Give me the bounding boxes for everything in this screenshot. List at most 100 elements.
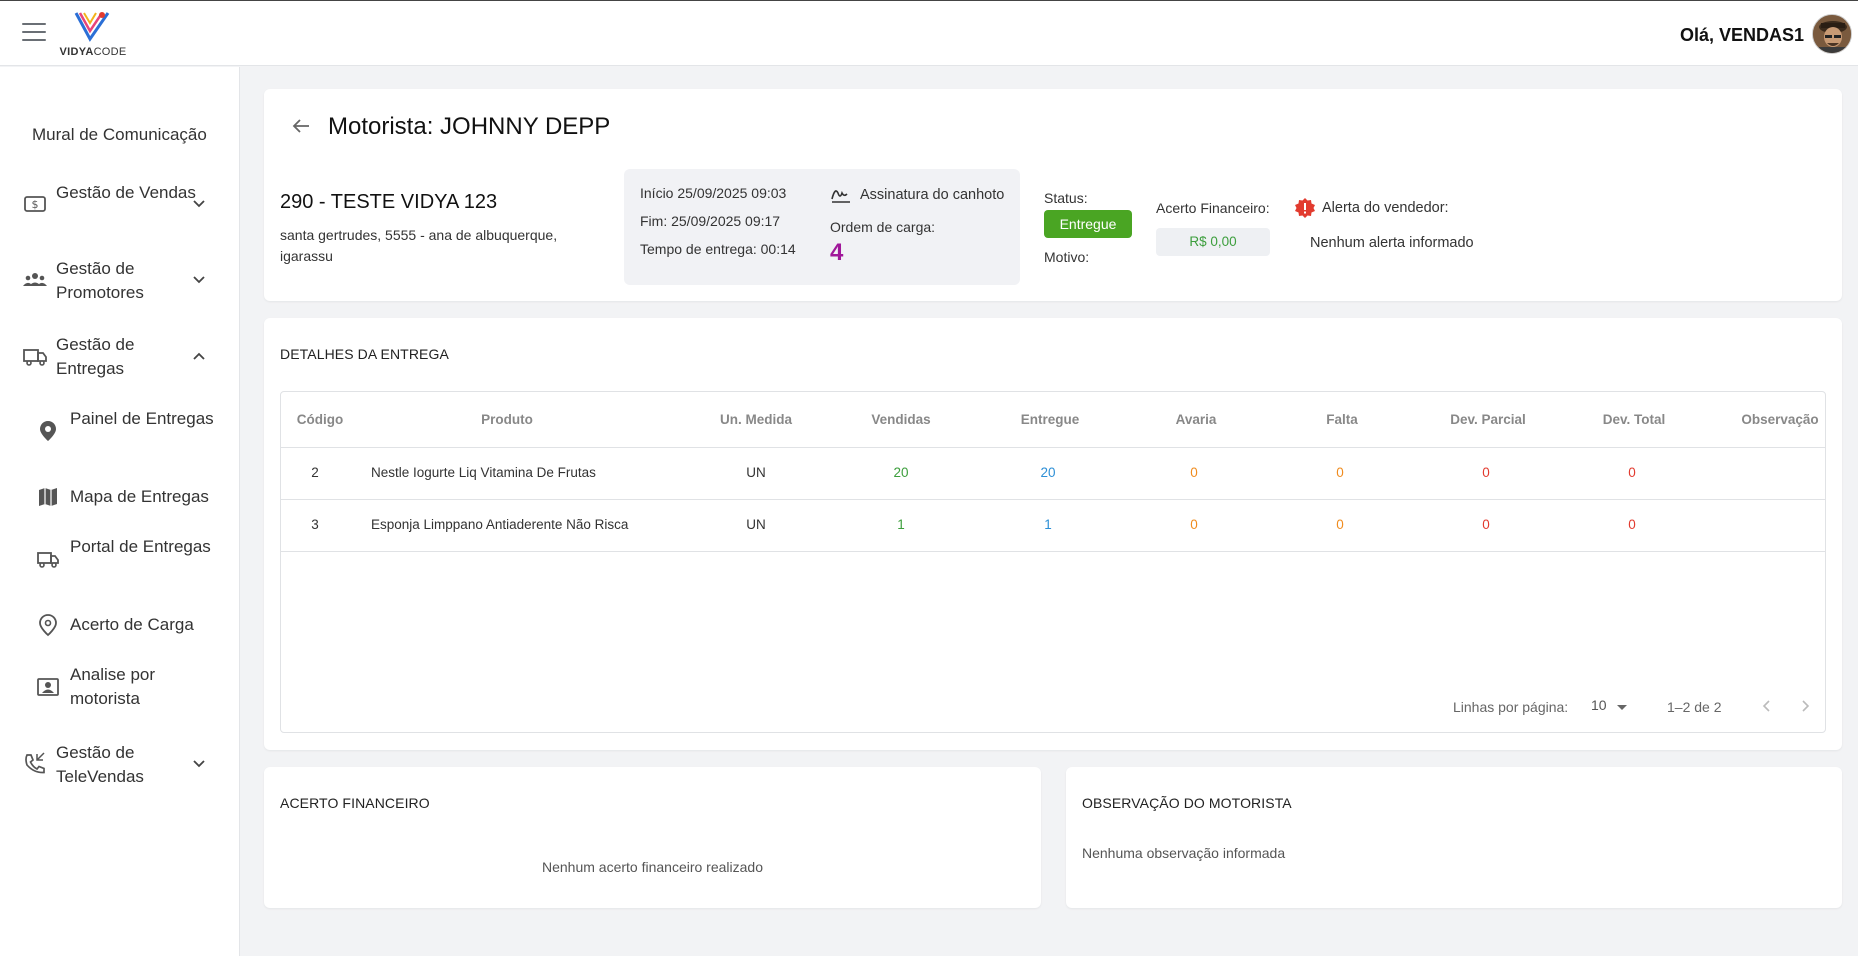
column-header[interactable]: Avaria <box>1123 412 1269 427</box>
phone-icon <box>25 752 45 774</box>
sidebar-item-label: Analise por motorista <box>70 665 156 708</box>
cell-produto: Nestle Iogurte Liq Vitamina De Frutas <box>371 465 596 480</box>
delivery-items-table: Código Produto Un. Medida Vendidas Entre… <box>280 391 1826 733</box>
sidebar-subitem-acerto-carga[interactable]: Acerto de Carga <box>0 607 240 647</box>
sidebar-subitem-painel-entregas[interactable]: Painel de Entregas <box>0 405 240 457</box>
vidyacode-logo[interactable]: VIDYACODE <box>58 9 128 59</box>
column-header[interactable]: Dev. Total <box>1561 412 1707 427</box>
sidebar-item-label: Gestão de Entregas <box>56 335 135 378</box>
sidebar-item-gestao-vendas[interactable]: $ Gestão de Vendas <box>0 177 240 233</box>
delivery-start: Início 25/09/2025 09:03 <box>640 185 787 201</box>
client-name: 290 - TESTE VIDYA 123 <box>280 191 498 213</box>
column-header[interactable]: Código <box>295 412 345 427</box>
signature-icon[interactable] <box>830 183 852 205</box>
sidebar-item-label: Portal de Entregas <box>70 537 211 556</box>
section-title: OBSERVAÇÃO DO MOTORISTA <box>1082 795 1292 811</box>
chevron-down-icon <box>193 276 205 284</box>
cell-falta: 0 <box>1336 465 1344 480</box>
column-header[interactable]: Observação <box>1707 412 1853 427</box>
menu-icon[interactable] <box>22 23 46 43</box>
location-pin-icon <box>40 421 56 441</box>
truck-icon <box>37 552 59 568</box>
column-header[interactable]: Vendidas <box>831 412 971 427</box>
client-address: santa gertrudes, 5555 - ana de albuquerq… <box>280 227 558 264</box>
table-row[interactable]: 3 Esponja Limppano Antiaderente Não Risc… <box>281 500 1825 552</box>
logo-mark-icon <box>74 12 110 42</box>
status-badge: Entregue <box>1044 210 1132 238</box>
financial-settlement-label: Acerto Financeiro: <box>1156 200 1270 216</box>
sidebar-item-label: Gestão de Promotores <box>56 259 144 302</box>
pagination-range: 1–2 de 2 <box>1667 699 1722 715</box>
section-title: DETALHES DA ENTREGA <box>280 346 449 362</box>
alert-icon <box>1295 198 1315 218</box>
back-arrow-icon[interactable] <box>290 115 312 137</box>
avatar[interactable] <box>1812 14 1852 54</box>
column-header[interactable]: Dev. Parcial <box>1415 412 1561 427</box>
dollar-icon: $ <box>24 196 46 212</box>
sidebar-item-label: Gestão de TeleVendas <box>56 743 144 786</box>
cell-dev-parcial: 0 <box>1482 517 1490 532</box>
empty-message: Nenhum acerto financeiro realizado <box>541 859 763 875</box>
logo-text: VIDYACODE <box>59 46 127 58</box>
chevron-up-icon <box>193 352 205 360</box>
sidebar-item-label: Acerto de Carga <box>70 615 194 634</box>
empty-message: Nenhuma observação informada <box>1082 845 1286 861</box>
map-icon <box>39 488 57 506</box>
user-greeting: Olá, VENDAS1 <box>1679 25 1804 45</box>
column-header[interactable]: Un. Medida <box>681 412 831 427</box>
table-row[interactable]: 2 Nestle Iogurte Liq Vitamina De Frutas … <box>281 448 1825 500</box>
id-card-icon <box>37 678 59 696</box>
top-bar: VIDYACODE Olá, VENDAS1 <box>0 0 1858 66</box>
column-header[interactable]: Entregue <box>977 412 1123 427</box>
chevron-down-icon <box>193 200 205 208</box>
sidebar-item-gestao-entregas[interactable]: Gestão de Entregas <box>0 329 240 385</box>
seller-alert-label: Alerta do vendedor: <box>1322 200 1449 216</box>
status-label: Status: <box>1044 190 1088 206</box>
sidebar-subitem-portal-entregas[interactable]: Portal de Entregas <box>0 533 240 585</box>
sidebar-subitem-analise-motorista[interactable]: Analise por motorista <box>0 661 240 713</box>
delivery-details-card: DETALHES DA ENTREGA Código Produto Un. M… <box>264 318 1842 750</box>
cell-codigo: 2 <box>311 465 319 480</box>
chevron-down-icon <box>193 760 205 768</box>
rows-per-page-select[interactable]: 10 <box>1591 697 1607 713</box>
cell-produto: Esponja Limppano Antiaderente Não Risca <box>371 517 629 532</box>
financial-settlement-value: R$ 0,00 <box>1156 228 1270 256</box>
delivery-end: Fim: 25/09/2025 09:17 <box>640 213 781 229</box>
cell-entregue: 1 <box>1044 517 1052 532</box>
signature-link[interactable]: Assinatura do canhoto <box>860 187 1004 203</box>
delivery-info-box: Início 25/09/2025 09:03 Fim: 25/09/2025 … <box>624 169 1020 285</box>
driver-observation-card: OBSERVAÇÃO DO MOTORISTA Nenhuma observaç… <box>1066 767 1842 908</box>
cell-codigo: 3 <box>311 517 319 532</box>
column-header[interactable]: Falta <box>1269 412 1415 427</box>
load-order-label: Ordem de carga: <box>830 219 936 235</box>
sidebar-item-label: Painel de Entregas <box>70 409 214 428</box>
cell-dev-parcial: 0 <box>1482 465 1490 480</box>
sidebar-item-label: Gestão de Vendas <box>56 183 196 202</box>
sidebar-item-label: Mapa de Entregas <box>70 487 209 506</box>
sidebar-item-gestao-promotores[interactable]: Gestão de Promotores <box>0 253 240 309</box>
chevron-left-icon[interactable] <box>1759 698 1775 714</box>
sidebar-item-gestao-televendas[interactable]: Gestão de TeleVendas <box>0 737 240 793</box>
cell-avaria: 0 <box>1190 465 1198 480</box>
reason-label: Motivo: <box>1044 249 1090 265</box>
truck-icon <box>23 349 47 366</box>
sidebar-subitem-mapa-entregas[interactable]: Mapa de Entregas <box>0 479 240 519</box>
cell-vendidas: 20 <box>893 465 909 480</box>
table-header: Código Produto Un. Medida Vendidas Entre… <box>281 392 1825 448</box>
cell-vendidas: 1 <box>897 517 905 532</box>
cell-dev-total: 0 <box>1628 465 1636 480</box>
column-header[interactable]: Produto <box>357 412 657 427</box>
cell-entregue: 20 <box>1040 465 1056 480</box>
svg-text:$: $ <box>32 198 39 211</box>
cell-avaria: 0 <box>1190 517 1198 532</box>
sidebar: Mural de Comunicação $ Gestão de Vendas … <box>0 67 240 956</box>
page-title: Motorista: JOHNNY DEPP <box>328 113 611 140</box>
cell-un-medida: UN <box>746 517 766 532</box>
sidebar-item-mural[interactable]: Mural de Comunicação <box>32 125 207 145</box>
caret-down-icon[interactable] <box>1617 705 1627 710</box>
chevron-right-icon[interactable] <box>1797 698 1813 714</box>
rows-per-page-label: Linhas por página: <box>1453 699 1569 715</box>
financial-settlement-card: ACERTO FINANCEIRO Nenhum acerto financei… <box>264 767 1041 908</box>
seller-alert-value: Nenhum alerta informado <box>1310 235 1474 251</box>
cell-dev-total: 0 <box>1628 517 1636 532</box>
